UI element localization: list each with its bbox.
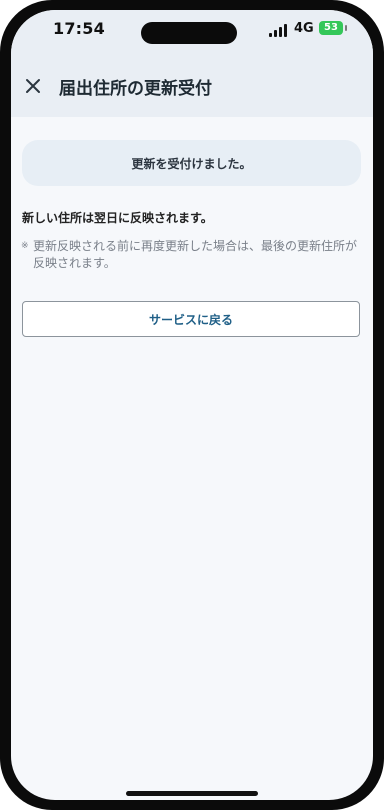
dynamic-island	[141, 22, 237, 44]
phone-frame: 17:54 4G 53 届出住所の更新受付 更新を受付けました。 新しい住所は翌…	[0, 0, 384, 810]
note-mark: ※	[21, 241, 29, 251]
success-notice: 更新を受付けました。	[22, 140, 361, 186]
success-notice-text: 更新を受付けました。	[131, 156, 252, 171]
back-to-service-label: サービスに戻る	[148, 312, 233, 327]
screen: 17:54 4G 53 届出住所の更新受付 更新を受付けました。 新しい住所は翌…	[11, 10, 373, 800]
status-bar: 17:54 4G 53	[11, 10, 373, 70]
battery-icon: 53	[319, 21, 343, 35]
note-text: 更新反映される前に再度更新した場合は、最後の更新住所が反映されます。	[33, 239, 358, 270]
home-indicator[interactable]	[126, 791, 258, 796]
network-label: 4G	[294, 21, 314, 36]
page-title: 届出住所の更新受付	[59, 79, 212, 99]
back-to-service-button[interactable]: サービスに戻る	[22, 301, 360, 337]
signal-icon	[269, 23, 291, 37]
status-time: 17:54	[53, 19, 105, 38]
info-text: 新しい住所は翌日に反映されます。	[22, 211, 213, 225]
battery-tip	[345, 25, 347, 31]
close-icon[interactable]	[23, 76, 43, 96]
